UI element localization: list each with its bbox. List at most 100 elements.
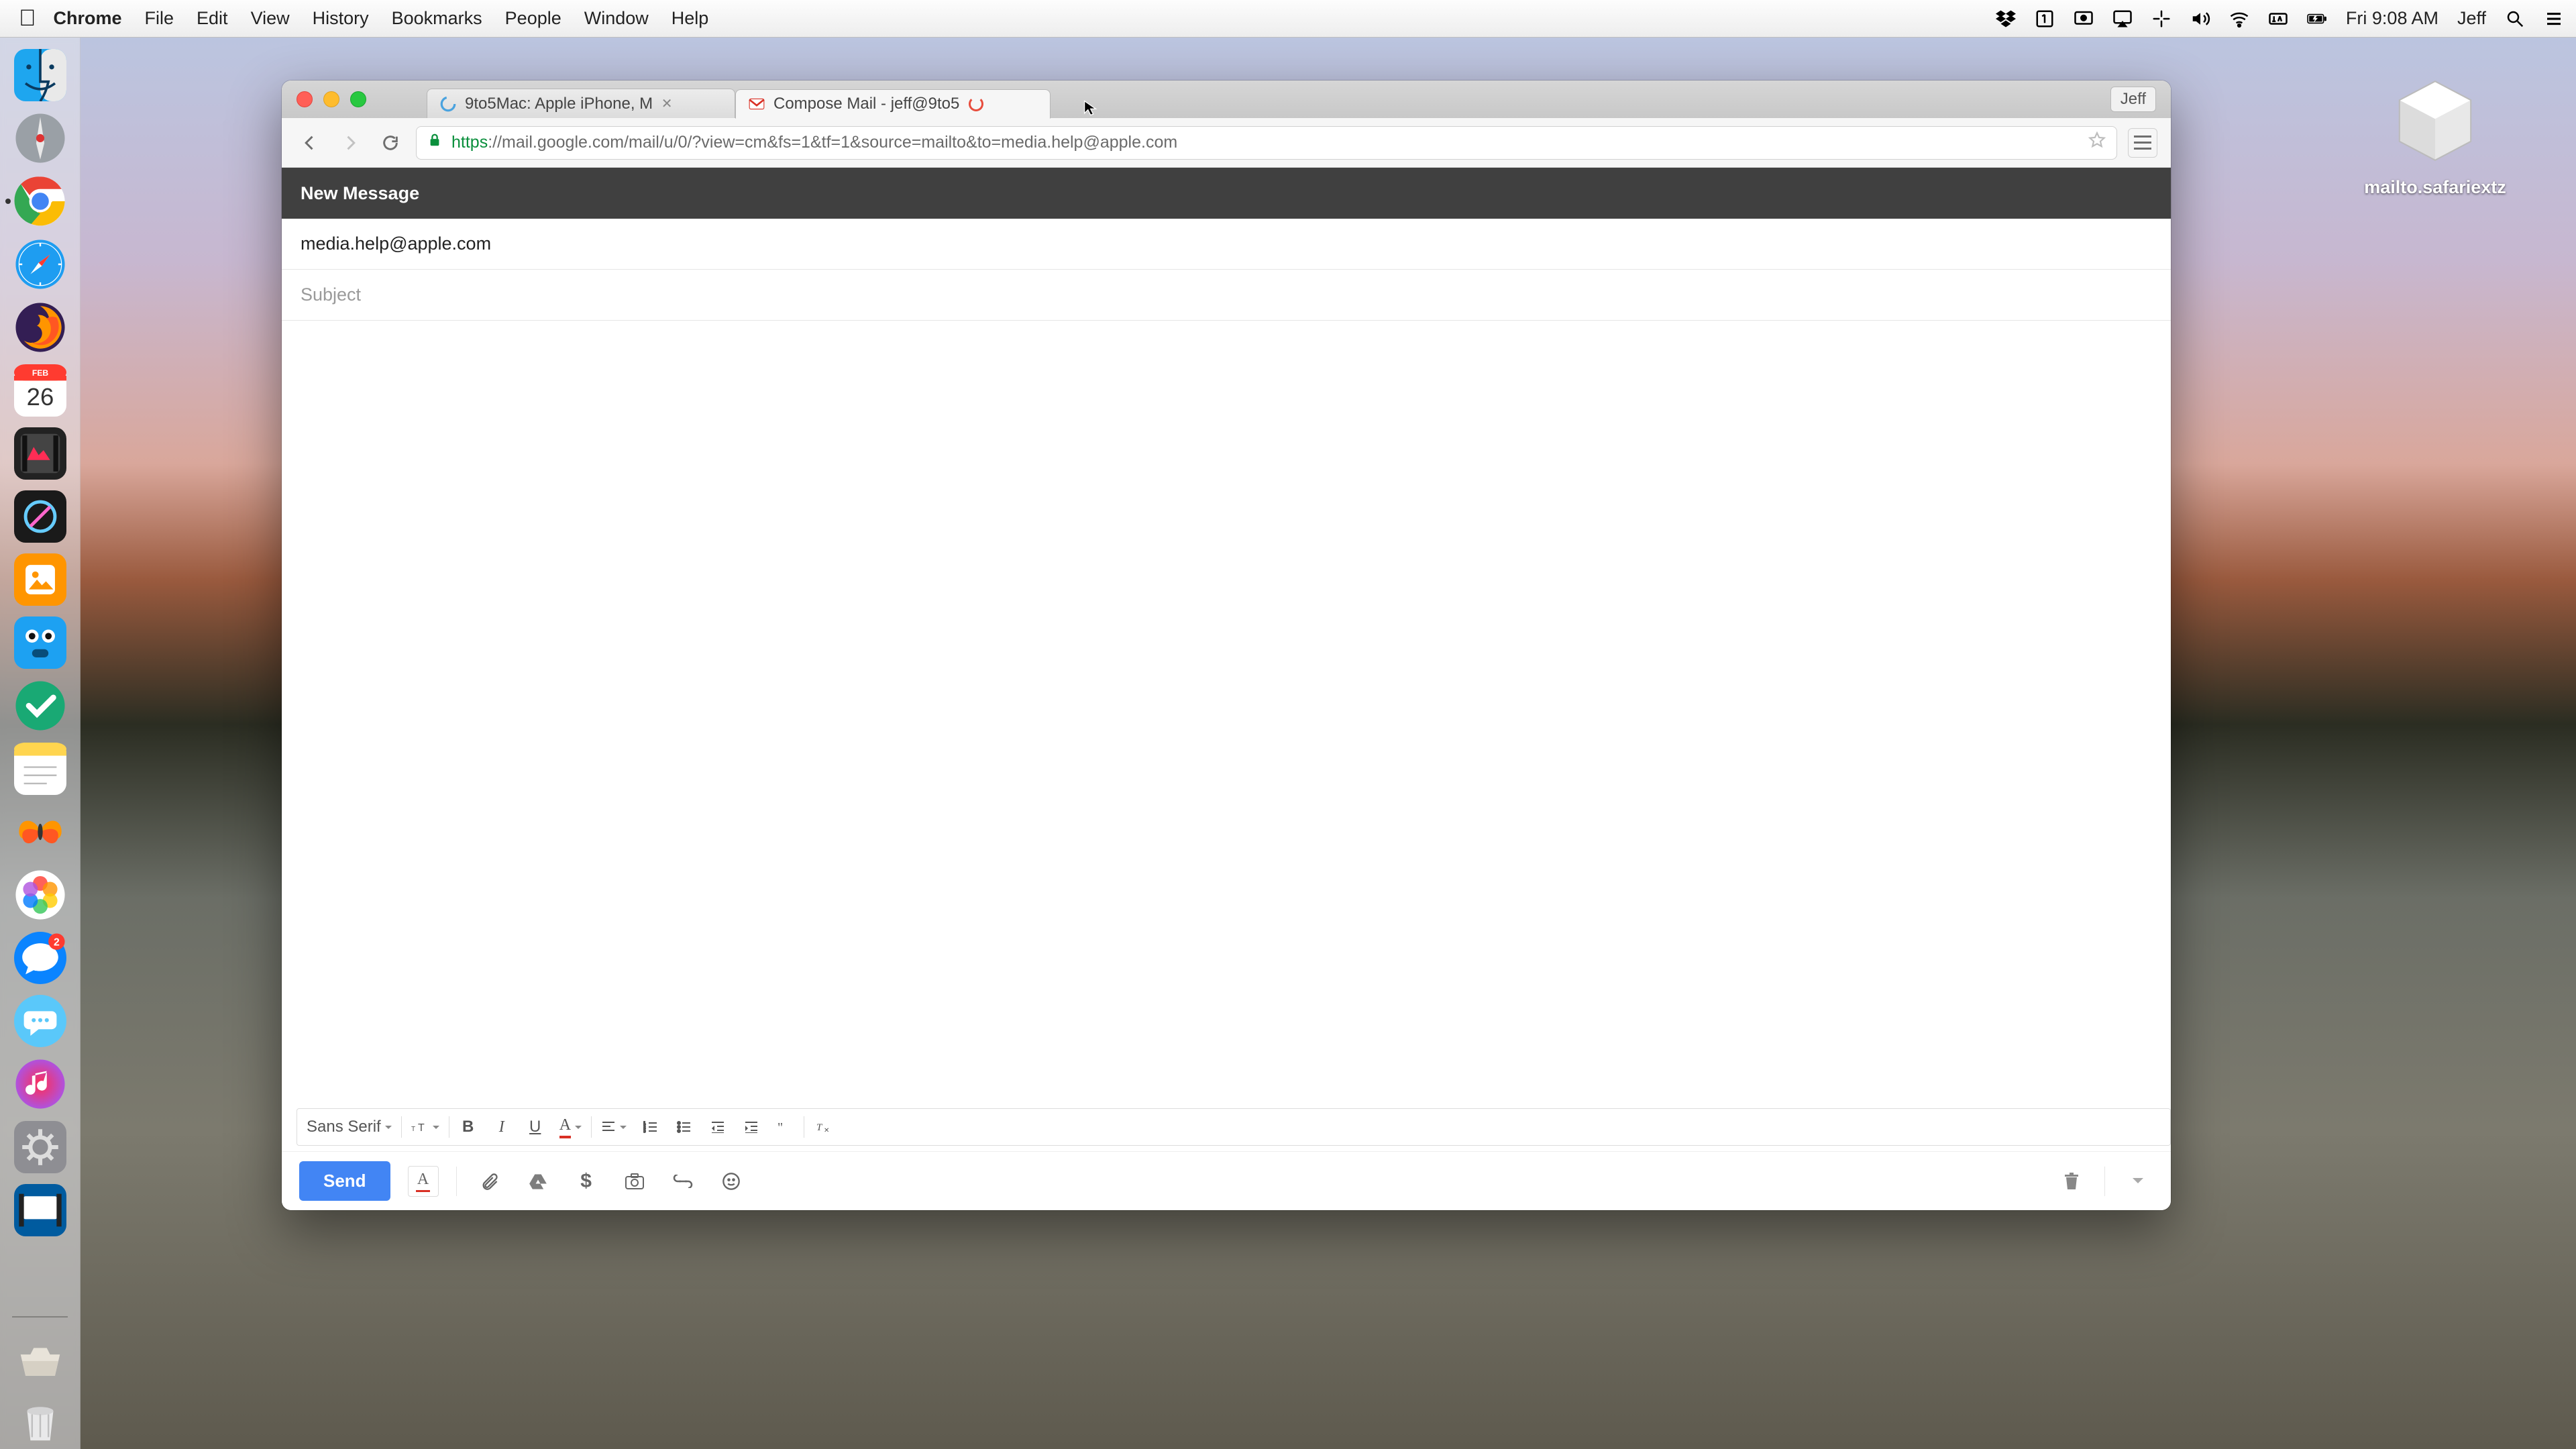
tab-title: Compose Mail - jeff@9to5 xyxy=(773,95,959,113)
subject-field[interactable]: Subject xyxy=(282,270,2171,321)
forward-button[interactable] xyxy=(335,128,365,158)
dock-downloads[interactable] xyxy=(12,1330,68,1386)
indent-less-button[interactable] xyxy=(708,1115,727,1139)
svg-text:2: 2 xyxy=(53,937,59,949)
menu-extras: Fri 9:08 AM Jeff xyxy=(1996,8,2564,29)
numbered-list-button[interactable]: 123 xyxy=(641,1115,660,1139)
bookmark-star-icon[interactable] xyxy=(2088,131,2106,154)
dock-finder[interactable] xyxy=(12,47,68,103)
dropbox-icon[interactable] xyxy=(1996,9,2016,29)
menu-window[interactable]: Window xyxy=(584,8,649,29)
attach-file-button[interactable] xyxy=(474,1166,505,1197)
insert-money-button[interactable]: $ xyxy=(571,1166,602,1197)
menu-file[interactable]: File xyxy=(145,8,174,29)
menu-history[interactable]: History xyxy=(313,8,369,29)
font-family-dropdown[interactable]: Sans Serif xyxy=(307,1115,392,1139)
insert-link-button[interactable] xyxy=(667,1166,698,1197)
formatting-toggle-button[interactable]: A xyxy=(408,1166,439,1197)
menu-view[interactable]: View xyxy=(251,8,290,29)
dock-chrome[interactable] xyxy=(12,173,68,229)
svg-text:T: T xyxy=(411,1126,415,1133)
back-button[interactable] xyxy=(295,128,325,158)
gmail-compose: New Message media.help@apple.com Subject… xyxy=(282,168,2171,1210)
dock-pixelmator[interactable] xyxy=(12,488,68,545)
dock-messages2[interactable] xyxy=(12,993,68,1049)
send-button[interactable]: Send xyxy=(299,1161,390,1201)
volume-icon[interactable] xyxy=(2190,9,2210,29)
menubar-clock[interactable]: Fri 9:08 AM xyxy=(2346,8,2438,29)
spotlight-icon[interactable] xyxy=(2505,9,2525,29)
screen-record-icon[interactable] xyxy=(2074,9,2094,29)
menubar-user[interactable]: Jeff xyxy=(2457,8,2486,29)
window-minimize-button[interactable] xyxy=(323,91,339,107)
dock-notes[interactable] xyxy=(12,741,68,797)
bullet-list-button[interactable] xyxy=(675,1115,694,1139)
dock-itunes[interactable] xyxy=(12,1056,68,1112)
insert-emoji-button[interactable] xyxy=(716,1166,747,1197)
svg-text:26: 26 xyxy=(26,383,54,411)
dock-safari[interactable] xyxy=(12,236,68,292)
svg-text:FEB: FEB xyxy=(32,368,48,378)
chrome-tabstrip: 9to5Mac: Apple iPhone, M ✕ Compose Mail … xyxy=(282,80,2171,118)
compose-body[interactable] xyxy=(282,321,2171,1108)
italic-button[interactable]: I xyxy=(492,1115,511,1139)
tab-9to5mac[interactable]: 9to5Mac: Apple iPhone, M ✕ xyxy=(427,89,735,118)
underline-button[interactable]: U xyxy=(526,1115,545,1139)
text-input-icon[interactable] xyxy=(2268,9,2288,29)
dock-messages-app[interactable]: 2 xyxy=(12,930,68,986)
menu-help[interactable]: Help xyxy=(672,8,709,29)
dock-tweetbot[interactable] xyxy=(12,614,68,671)
menu-people[interactable]: People xyxy=(505,8,561,29)
subject-placeholder: Subject xyxy=(301,284,361,305)
one-icon[interactable] xyxy=(2035,9,2055,29)
text-color-button[interactable]: A xyxy=(559,1115,582,1139)
dock-separator xyxy=(12,1316,68,1318)
dock-photos[interactable] xyxy=(12,867,68,923)
dock-firefox[interactable] xyxy=(12,299,68,356)
window-close-button[interactable] xyxy=(297,91,313,107)
dock-napkin[interactable] xyxy=(12,551,68,608)
dock-butterfly[interactable] xyxy=(12,804,68,860)
more-options-button[interactable] xyxy=(2123,1166,2153,1197)
menu-bookmarks[interactable]: Bookmarks xyxy=(392,8,482,29)
dock-calendar[interactable]: FEB 26 xyxy=(12,362,68,419)
menu-edit[interactable]: Edit xyxy=(197,8,228,29)
bold-button[interactable]: B xyxy=(459,1115,478,1139)
chrome-profile-badge[interactable]: Jeff xyxy=(2110,87,2156,112)
wifi-icon[interactable] xyxy=(2229,9,2249,29)
tab-compose-mail[interactable]: Compose Mail - jeff@9to5 xyxy=(735,89,1051,119)
active-app-name[interactable]: Chrome xyxy=(54,8,122,29)
desktop-file-label: mailto.safariextz xyxy=(2364,177,2506,198)
dock-trash[interactable] xyxy=(12,1393,68,1449)
remove-formatting-button[interactable]: T✕ xyxy=(814,1115,833,1139)
battery-icon[interactable] xyxy=(2307,9,2327,29)
gmail-icon xyxy=(748,95,765,113)
svg-text:3: 3 xyxy=(643,1130,646,1133)
indent-more-button[interactable] xyxy=(742,1115,761,1139)
address-bar[interactable]: https://mail.google.com/mail/u/0/?view=c… xyxy=(416,126,2117,160)
to-field[interactable]: media.help@apple.com xyxy=(282,219,2171,270)
reload-button[interactable] xyxy=(376,128,405,158)
to-value: media.help@apple.com xyxy=(301,233,491,254)
sync-icon[interactable] xyxy=(2151,9,2171,29)
chrome-menu-button[interactable] xyxy=(2128,128,2157,158)
dock-final-cut[interactable] xyxy=(12,425,68,482)
insert-photo-button[interactable] xyxy=(619,1166,650,1197)
dock-launchpad[interactable] xyxy=(12,110,68,166)
compose-title: New Message xyxy=(301,183,419,204)
insert-drive-button[interactable] xyxy=(523,1166,553,1197)
dock-things[interactable] xyxy=(12,678,68,734)
apple-menu-icon[interactable]:  xyxy=(19,5,36,32)
notification-center-icon[interactable] xyxy=(2544,9,2564,29)
discard-draft-button[interactable] xyxy=(2056,1166,2087,1197)
align-button[interactable] xyxy=(601,1115,627,1139)
airplay-icon[interactable] xyxy=(2112,9,2133,29)
loading-stop-icon[interactable] xyxy=(967,95,985,113)
dock-system-preferences[interactable] xyxy=(12,1119,68,1175)
window-zoom-button[interactable] xyxy=(350,91,366,107)
font-size-dropdown[interactable]: TT xyxy=(411,1115,439,1139)
tab-close-icon[interactable]: ✕ xyxy=(661,98,673,110)
quote-button[interactable]: " xyxy=(775,1115,794,1139)
desktop-file-safariextz[interactable]: mailto.safariextz xyxy=(2334,74,2536,198)
dock-screenflow[interactable] xyxy=(12,1182,68,1238)
